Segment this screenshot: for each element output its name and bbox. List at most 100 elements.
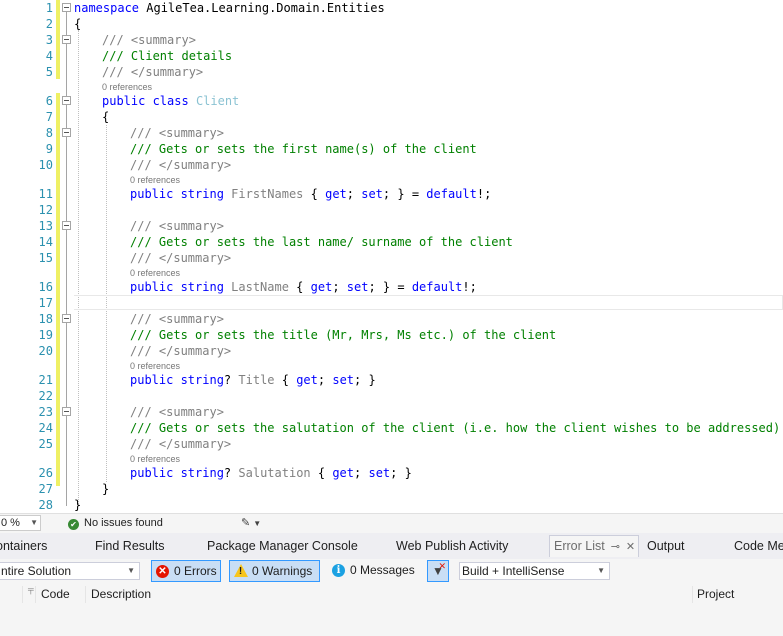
build-filter-combo[interactable]: Build + IntelliSense ▼ xyxy=(459,562,610,580)
collapse-namespace-icon[interactable] xyxy=(62,3,71,12)
punctuation: { xyxy=(288,280,311,294)
errors-filter-button[interactable]: ✕ 0 Errors xyxy=(151,560,221,582)
line-number: 6 xyxy=(45,94,53,108)
code-line-21: public string? Title { get; set; } xyxy=(130,372,376,388)
line-number: 19 xyxy=(38,328,53,342)
code-line-25: /// </summary> xyxy=(130,436,231,452)
keyword: default xyxy=(411,280,463,294)
issues-indicator[interactable]: ✔ No issues found xyxy=(68,516,163,531)
line-number: 13 xyxy=(38,219,53,233)
column-divider xyxy=(85,586,86,603)
keyword: namespace xyxy=(74,1,140,15)
column-project[interactable]: Project xyxy=(697,584,734,605)
zoom-combo[interactable]: 0 % ▼ xyxy=(0,515,41,531)
scope-value: ntire Solution xyxy=(1,564,72,578)
chevron-down-icon: ▼ xyxy=(30,518,38,527)
close-icon[interactable]: ✕ xyxy=(626,541,635,553)
codelens-references[interactable]: 0 references xyxy=(130,361,180,371)
chevron-down-icon: ▼ xyxy=(253,519,262,528)
collapse-summary-icon[interactable] xyxy=(62,407,71,416)
collapse-summary-icon[interactable] xyxy=(62,128,71,137)
collapse-summary-icon[interactable] xyxy=(62,35,71,44)
warnings-filter-button[interactable]: ! 0 Warnings xyxy=(229,560,320,582)
issues-text: No issues found xyxy=(84,517,163,529)
keyword: public class xyxy=(102,94,189,108)
chevron-down-icon: ▼ xyxy=(127,566,135,575)
doc-comment: /// </summary> xyxy=(130,344,232,358)
code-editor[interactable]: 1 2 3 4 5 6 7 8 9 10 11 12 13 14 15 16 17 18 19 20 21 22 23 24 2… xyxy=(0,0,783,513)
messages-filter-button[interactable]: i 0 Messages xyxy=(328,560,416,582)
line-number: 18 xyxy=(38,312,53,326)
code-line-24: /// Gets or sets the salutation of the c… xyxy=(130,420,780,436)
code-line-2: { xyxy=(74,16,81,32)
change-bar xyxy=(56,0,60,79)
tab-web-publish-activity[interactable]: Web Publish Activity xyxy=(396,539,508,554)
keyword: set xyxy=(368,466,391,480)
code-line-5: /// </summary> xyxy=(102,64,203,80)
punctuation: ; } xyxy=(390,466,412,480)
doc-comment: /// <summary> xyxy=(102,33,196,47)
line-number: 3 xyxy=(45,33,53,47)
code-line-11: public string FirstNames { get; set; } =… xyxy=(130,186,491,202)
collapse-class-icon[interactable] xyxy=(62,96,71,105)
line-number: 23 xyxy=(38,405,53,419)
line-number: 7 xyxy=(45,110,53,124)
code-line-23: /// <summary> xyxy=(130,404,224,420)
code-line-27: } xyxy=(102,481,109,497)
keyword: get xyxy=(310,280,333,294)
tab-label: Error List xyxy=(554,539,605,553)
property-name: Salutation xyxy=(238,466,311,480)
filter-column-icon[interactable]: ╤ xyxy=(28,579,34,600)
namespace-name: AgileTea.Learning.Domain.Entities xyxy=(139,1,385,15)
line-number: 16 xyxy=(38,280,53,294)
tab-output[interactable]: Output xyxy=(647,539,685,554)
punctuation: ? xyxy=(223,373,232,387)
pin-icon[interactable]: ⊸ xyxy=(611,541,620,553)
tab-package-manager-console[interactable]: Package Manager Console xyxy=(207,539,358,554)
tab-find-results[interactable]: Find Results xyxy=(95,539,164,554)
outline-line xyxy=(66,12,67,506)
punctuation: !; xyxy=(462,280,477,294)
brace: } xyxy=(74,498,82,512)
collapse-summary-icon[interactable] xyxy=(62,221,71,230)
warnings-label: 0 Warnings xyxy=(252,564,313,578)
line-number: 10 xyxy=(38,158,53,172)
codelens-references[interactable]: 0 references xyxy=(130,454,180,464)
code-line-13: /// <summary> xyxy=(130,218,224,234)
code-line-9: /// Gets or sets the first name(s) of th… xyxy=(130,141,477,157)
class-name: Client xyxy=(195,94,240,108)
code-line-6: public class Client xyxy=(102,93,239,109)
column-code[interactable]: Code xyxy=(41,584,70,605)
punctuation: ; xyxy=(332,280,347,294)
tab-code-metrics[interactable]: Code Met xyxy=(734,539,783,554)
messages-label: 0 Messages xyxy=(350,563,415,577)
code-line-15: /// </summary> xyxy=(130,250,231,266)
doc-comment: /// Client details xyxy=(102,49,233,63)
info-icon: i xyxy=(332,564,345,577)
keyword: set xyxy=(361,187,383,201)
keyword: public string xyxy=(130,187,224,201)
tab-error-list[interactable]: Error List ⊸ ✕ xyxy=(549,535,640,557)
punctuation: ; } xyxy=(354,373,376,387)
indent-guide xyxy=(78,30,79,504)
line-number: 5 xyxy=(45,65,53,79)
current-line-highlight xyxy=(74,295,783,310)
warning-icon: ! xyxy=(234,564,248,578)
filter-icon[interactable]: ▼ ✕ xyxy=(427,560,449,582)
keyword: set xyxy=(346,280,369,294)
error-list-header: ╤ Code Description Project xyxy=(0,584,783,606)
codelens-references[interactable]: 0 references xyxy=(130,175,180,185)
line-number: 28 xyxy=(38,498,53,512)
tab-containers[interactable]: ontainers xyxy=(0,539,47,554)
scope-combo[interactable]: ntire Solution ▼ xyxy=(0,562,140,580)
punctuation: { xyxy=(310,466,333,480)
line-number: 20 xyxy=(38,344,53,358)
punctuation: { xyxy=(274,373,297,387)
codelens-references[interactable]: 0 references xyxy=(130,268,180,278)
code-cleanup-button[interactable]: ✎ ▼ xyxy=(241,516,261,531)
codelens-references[interactable]: 0 references xyxy=(102,82,152,92)
error-list-toolbar: ntire Solution ▼ ✕ 0 Errors ! 0 Warnings i0… xyxy=(0,559,783,584)
collapse-summary-icon[interactable] xyxy=(62,314,71,323)
column-description[interactable]: Description xyxy=(91,584,151,605)
doc-comment: /// <summary> xyxy=(130,219,224,233)
